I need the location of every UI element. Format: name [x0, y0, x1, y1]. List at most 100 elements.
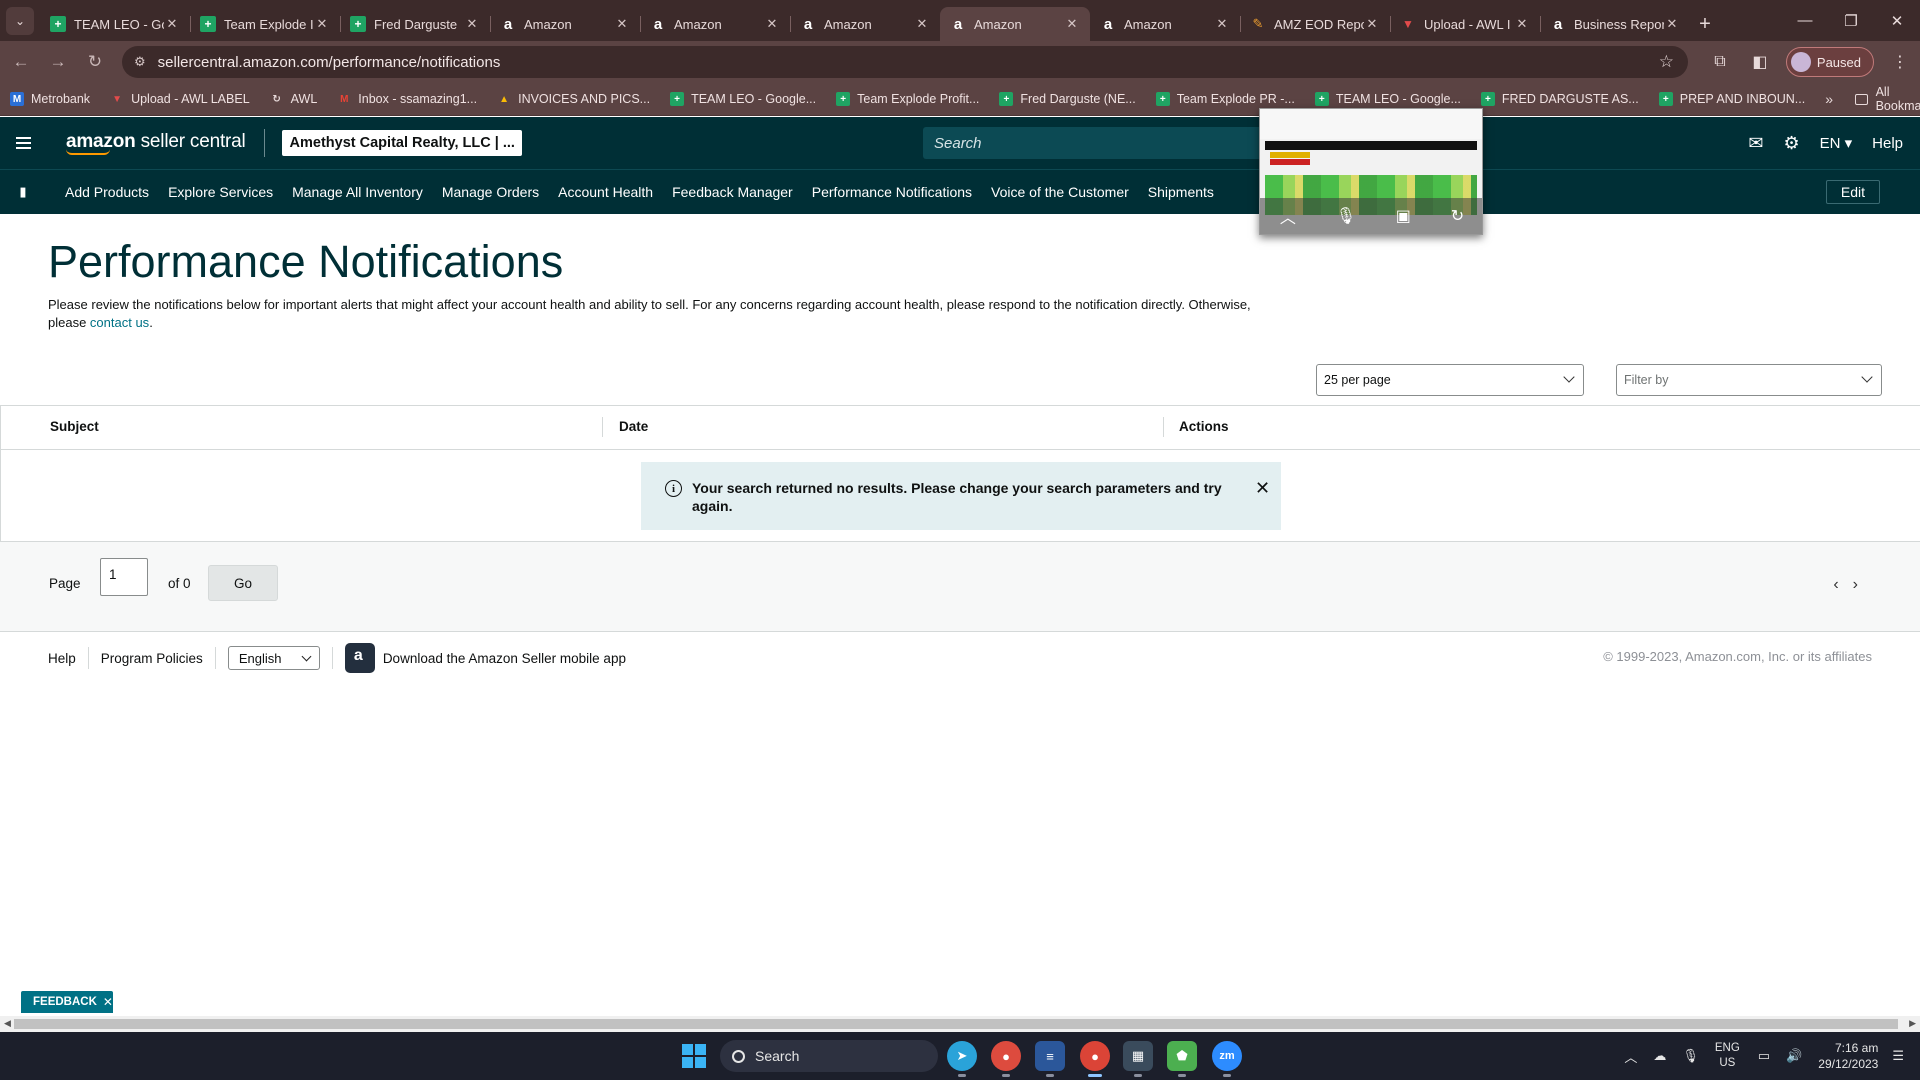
- footer-help-link[interactable]: Help: [48, 651, 76, 666]
- bookmark-item[interactable]: ↻ AWL: [270, 92, 317, 106]
- bookmark-item[interactable]: + Team Explode Profit...: [836, 92, 979, 106]
- browser-tab[interactable]: ✎ AMZ EOD Repo ✕: [1240, 7, 1390, 41]
- browser-menu-icon[interactable]: ⋮: [1880, 52, 1920, 72]
- edit-nav-button[interactable]: Edit: [1825, 180, 1880, 204]
- bookmark-item[interactable]: + Team Explode PR -...: [1155, 92, 1295, 106]
- bookmark-item[interactable]: ▲ INVOICES AND PICS...: [497, 92, 650, 106]
- close-tab-icon[interactable]: ✕: [614, 16, 630, 32]
- per-page-select[interactable]: 25 per page: [1316, 364, 1584, 396]
- column-header-subject[interactable]: Subject: [50, 419, 99, 434]
- bookmark-item[interactable]: + FRED DARGUSTE AS...: [1480, 92, 1639, 106]
- browser-tab[interactable]: a Amazon ✕: [790, 7, 940, 41]
- chrome-profile-icon[interactable]: ●: [1080, 1041, 1110, 1077]
- bookmark-item[interactable]: + TEAM LEO - Google...: [1314, 92, 1461, 106]
- bookmark-item[interactable]: M Inbox - ssamazing1...: [337, 92, 477, 106]
- nav-link[interactable]: Account Health: [558, 184, 653, 200]
- close-tab-icon[interactable]: ✕: [764, 16, 780, 32]
- input-language[interactable]: ENG US: [1715, 1041, 1740, 1071]
- mail-icon[interactable]: ✉: [1748, 133, 1763, 154]
- bookmark-item[interactable]: ▼ Upload - AWL LABEL: [110, 92, 250, 106]
- browser-tab[interactable]: a Amazon ✕: [490, 7, 640, 41]
- chevron-up-icon[interactable]: ︿: [1280, 204, 1296, 228]
- search-input[interactable]: Search: [923, 127, 1263, 159]
- close-tab-icon[interactable]: ✕: [914, 16, 930, 32]
- page-number-input[interactable]: 1: [100, 558, 148, 596]
- nav-link[interactable]: Manage All Inventory: [292, 184, 423, 200]
- floating-video-preview[interactable]: ︿ 🎙 ▣ ↻: [1259, 108, 1483, 235]
- bookmark-item[interactable]: + TEAM LEO - Google...: [670, 92, 816, 106]
- browser-tab[interactable]: + Fred Darguste ✕: [340, 7, 490, 41]
- scroll-left-icon[interactable]: ◀: [4, 1018, 11, 1029]
- seller-central-logo[interactable]: amazon seller central: [66, 131, 246, 155]
- bookmark-icon[interactable]: ▮: [0, 184, 46, 200]
- bookmark-item[interactable]: + PREP AND INBOUN...: [1658, 92, 1805, 106]
- bookmark-item[interactable]: + Fred Darguste (NE...: [999, 92, 1136, 106]
- site-info-icon[interactable]: ⚙: [134, 54, 146, 70]
- settings-gear-icon[interactable]: ⚙: [1783, 133, 1799, 154]
- nav-link[interactable]: Manage Orders: [442, 184, 539, 200]
- bookmark-item[interactable]: M Metrobank: [10, 92, 90, 106]
- volume-icon[interactable]: 🔊: [1786, 1048, 1802, 1064]
- telegram-icon[interactable]: ➤: [947, 1041, 977, 1077]
- chevron-right-icon[interactable]: ›: [1853, 576, 1872, 593]
- horizontal-scrollbar[interactable]: ◀ ▶: [0, 1016, 1920, 1032]
- browser-tab[interactable]: + Team Explode I ✕: [190, 7, 340, 41]
- column-header-date[interactable]: Date: [619, 419, 648, 434]
- side-panel-icon[interactable]: ◧: [1740, 52, 1780, 72]
- browser-tab[interactable]: ▼ Upload - AWL I ✕: [1390, 7, 1540, 41]
- go-button[interactable]: Go: [208, 565, 278, 601]
- more-bookmarks-icon[interactable]: »: [1825, 91, 1833, 107]
- browser-tab[interactable]: a Business Repor ✕: [1540, 7, 1690, 41]
- back-icon[interactable]: ←: [5, 46, 37, 78]
- zoom-icon[interactable]: zm: [1212, 1041, 1242, 1077]
- restore-icon[interactable]: ❐: [1828, 12, 1874, 30]
- chrome-icon[interactable]: ●: [991, 1041, 1021, 1077]
- minimize-icon[interactable]: —: [1782, 12, 1828, 29]
- scrollbar-thumb[interactable]: [14, 1019, 1898, 1029]
- close-icon[interactable]: ✕: [103, 995, 113, 1009]
- feedback-button[interactable]: FEEDBACK ✕: [21, 991, 113, 1013]
- nav-link[interactable]: Feedback Manager: [672, 184, 793, 200]
- close-tab-icon[interactable]: ✕: [314, 16, 330, 32]
- browser-tab[interactable]: a Amazon ✕: [640, 7, 790, 41]
- forward-icon[interactable]: →: [42, 46, 74, 78]
- scroll-right-icon[interactable]: ▶: [1909, 1018, 1916, 1029]
- chevron-left-icon[interactable]: ‹: [1833, 576, 1852, 593]
- nav-link[interactable]: Performance Notifications: [812, 184, 972, 200]
- windows-start-icon[interactable]: [682, 1044, 706, 1068]
- address-bar[interactable]: ⚙ sellercentral.amazon.com/performance/n…: [122, 46, 1688, 78]
- close-icon[interactable]: ✕: [1255, 479, 1270, 497]
- url-text[interactable]: sellercentral.amazon.com/performance/not…: [158, 54, 501, 71]
- close-tab-icon[interactable]: ✕: [1364, 16, 1380, 32]
- app-icon[interactable]: ⬟: [1167, 1041, 1197, 1077]
- tab-search-button[interactable]: ⌄: [6, 7, 34, 35]
- download-app-link[interactable]: Download the Amazon Seller mobile app: [383, 651, 626, 666]
- menu-icon[interactable]: [0, 117, 46, 169]
- profile-button[interactable]: Paused: [1785, 47, 1874, 77]
- help-link[interactable]: Help: [1872, 135, 1903, 152]
- calculator-icon[interactable]: ▦: [1123, 1041, 1153, 1077]
- new-tab-button[interactable]: +: [1690, 7, 1720, 41]
- amazon-app-icon[interactable]: [344, 643, 375, 673]
- nav-link[interactable]: Voice of the Customer: [991, 184, 1129, 200]
- browser-tab[interactable]: a Amazon ✕: [1090, 7, 1240, 41]
- camera-off-icon[interactable]: ▣: [1396, 206, 1411, 226]
- account-switcher[interactable]: Amethyst Capital Realty, LLC | ...: [281, 130, 522, 156]
- refresh-icon[interactable]: ↻: [1451, 206, 1464, 226]
- language-selector[interactable]: EN ▾: [1820, 134, 1853, 152]
- taskbar-search[interactable]: Search: [720, 1040, 938, 1072]
- notepad-icon[interactable]: ≡: [1035, 1041, 1065, 1077]
- close-tab-icon[interactable]: ✕: [464, 16, 480, 32]
- nav-link[interactable]: Shipments: [1148, 184, 1214, 200]
- cloud-off-icon[interactable]: ☁: [1653, 1048, 1666, 1064]
- contact-us-link[interactable]: contact us: [90, 315, 149, 330]
- close-tab-icon[interactable]: ✕: [1214, 16, 1230, 32]
- close-window-icon[interactable]: ✕: [1874, 12, 1920, 30]
- footer-language-select[interactable]: English: [227, 646, 320, 670]
- close-tab-icon[interactable]: ✕: [1514, 16, 1530, 32]
- close-tab-icon[interactable]: ✕: [164, 16, 180, 32]
- close-tab-icon[interactable]: ✕: [1664, 16, 1680, 32]
- reload-icon[interactable]: ↻: [79, 46, 111, 78]
- all-bookmarks-button[interactable]: All Bookmarks: [1855, 85, 1920, 113]
- chevron-up-icon[interactable]: ︿: [1624, 1047, 1637, 1066]
